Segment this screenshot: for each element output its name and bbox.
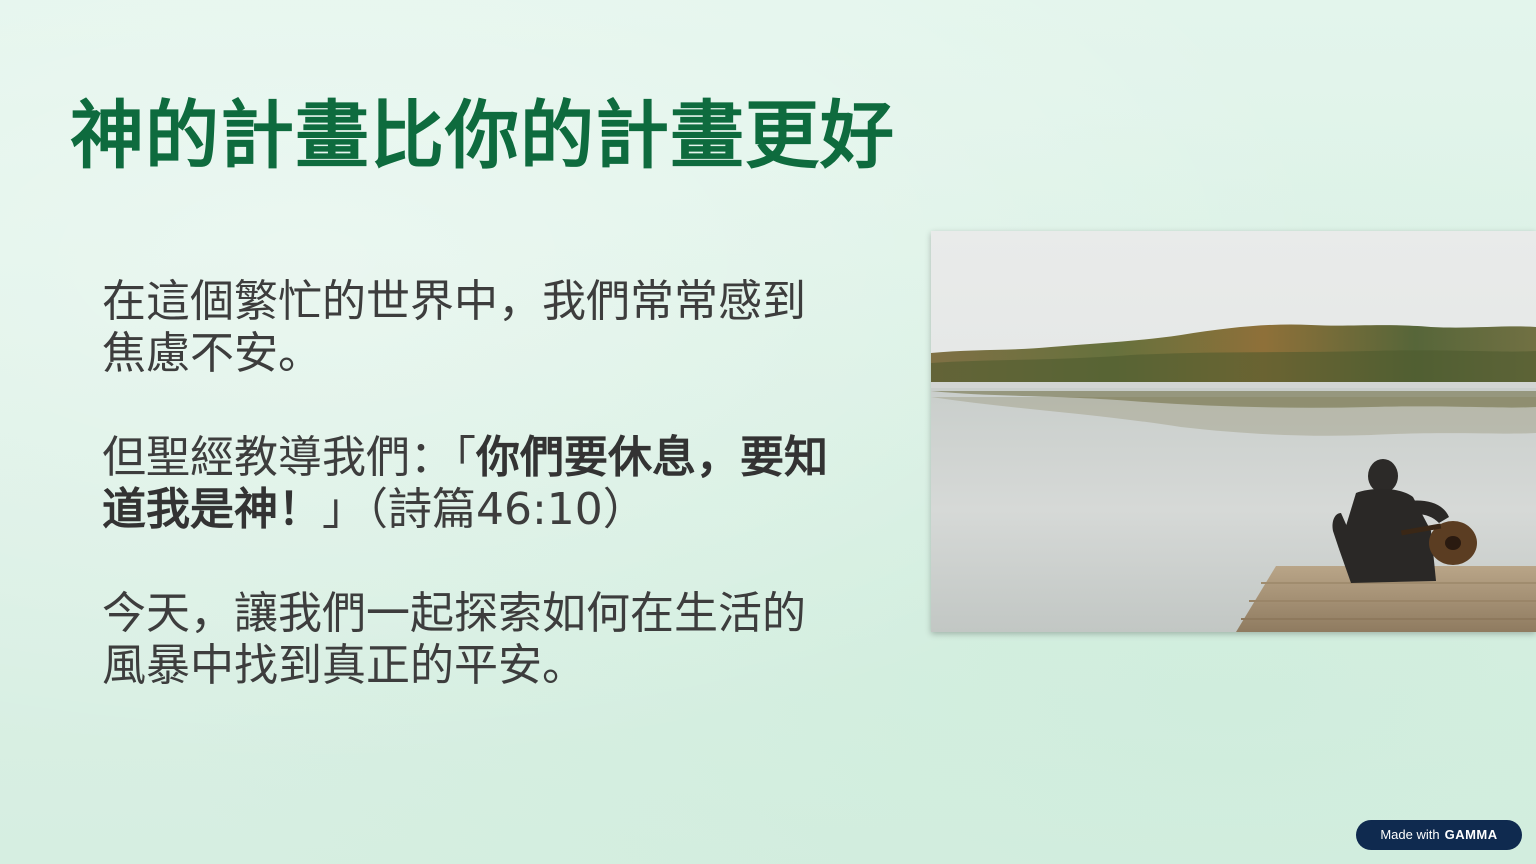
paragraph-scripture: 但聖經教導我們：「你們要休息，要知道我是神！」（詩篇46:10） [102,432,842,536]
slide-body: 在這個繁忙的世界中，我們常常感到焦慮不安。 但聖經教導我們：「你們要休息，要知道… [102,276,842,692]
slide: 神的計畫比你的計畫更好 在這個繁忙的世界中，我們常常感到焦慮不安。 但聖經教導我… [0,0,1536,864]
scripture-reference: 」（詩篇46:10） [322,484,647,535]
slide-title: 神的計畫比你的計畫更好 [70,93,895,179]
scripture-prefix: 但聖經教導我們：「 [102,432,476,483]
badge-prefix: Made with [1380,827,1440,842]
paragraph-invitation: 今天，讓我們一起探索如何在生活的風暴中找到真正的平安。 [102,588,806,691]
made-with-gamma-badge[interactable]: Made with GAMMA [1356,820,1522,850]
paragraph-intro: 在這個繁忙的世界中，我們常常感到焦慮不安。 [102,276,806,379]
gamma-logo: GAMMA [1444,827,1498,842]
lake-photo [931,231,1536,632]
